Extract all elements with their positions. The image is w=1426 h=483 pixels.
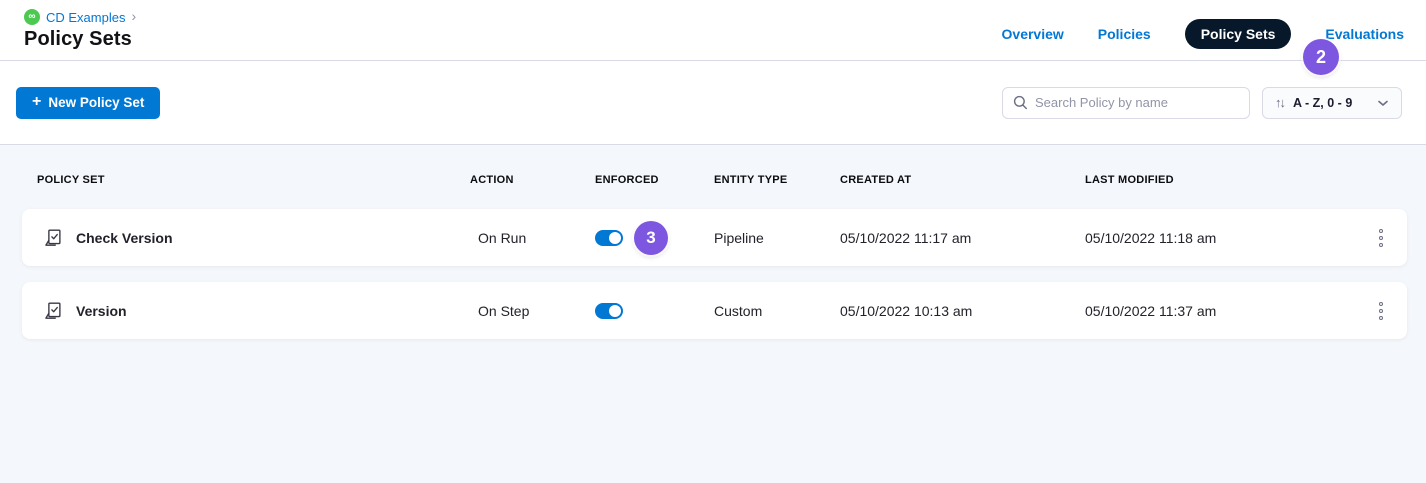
toolbar: + New Policy Set ↑↓ A - Z, 0 - 9 [0,61,1426,145]
sort-dropdown[interactable]: ↑↓ A - Z, 0 - 9 [1262,87,1402,119]
policy-set-icon [42,300,64,322]
row-menu-cell [1355,223,1407,253]
column-header-policy-set: POLICY SET [22,174,470,186]
table-row-check-version[interactable]: Check Version On Run 3 Pipeline 05/10/20… [22,209,1407,266]
search-box [1002,87,1250,119]
tab-policy-sets[interactable]: Policy Sets [1185,19,1292,49]
toggle-knob [609,305,621,317]
sort-selected-option: A - Z, 0 - 9 [1293,96,1352,110]
policy-set-name-cell: Version [22,300,470,322]
tab-policies[interactable]: Policies [1098,26,1151,42]
page-header: ∞ CD Examples › Policy Sets Overview Pol… [0,0,1426,61]
plus-icon: + [32,94,41,110]
entity-type-cell: Custom [714,303,840,319]
chevron-right-icon: › [131,9,136,23]
action-cell: On Run [470,230,595,246]
column-header-created-at: CREATED AT [840,174,1085,186]
page-title: Policy Sets [24,28,136,51]
top-nav: Overview Policies Policy Sets Evaluation… [1002,19,1404,49]
column-header-enforced: ENFORCED [595,174,714,186]
table-header-row: POLICY SET ACTION ENFORCED ENTITY TYPE C… [22,145,1407,209]
new-policy-set-label: New Policy Set [48,95,144,110]
row-kebab-menu-button[interactable] [1371,296,1391,326]
enforced-cell: 3 [595,221,714,255]
last-modified-cell: 05/10/2022 11:37 am [1085,303,1355,319]
tour-step-badge-2: 2 [1303,39,1339,75]
column-header-last-modified: LAST MODIFIED [1085,174,1355,186]
table-area: POLICY SET ACTION ENFORCED ENTITY TYPE C… [0,145,1426,483]
last-modified-cell: 05/10/2022 11:18 am [1085,230,1355,246]
created-at-cell: 05/10/2022 10:13 am [840,303,1085,319]
action-cell: On Step [470,303,595,319]
column-header-entity-type: ENTITY TYPE [714,174,840,186]
table-row-version[interactable]: Version On Step Custom 05/10/2022 10:13 … [22,282,1407,339]
policy-set-icon [42,227,64,249]
breadcrumb-link-cd-examples[interactable]: CD Examples [46,10,125,25]
tour-step-badge-3: 3 [634,221,668,255]
row-menu-cell [1355,296,1407,326]
toggle-knob [609,232,621,244]
row-kebab-menu-button[interactable] [1371,223,1391,253]
enforced-toggle[interactable] [595,303,623,319]
policy-set-name: Version [76,303,127,319]
search-input[interactable] [1035,95,1239,110]
column-header-action: ACTION [470,174,595,186]
tab-evaluations[interactable]: Evaluations [1325,26,1404,42]
created-at-cell: 05/10/2022 11:17 am [840,230,1085,246]
header-left: ∞ CD Examples › Policy Sets [24,9,136,51]
policy-sets-page: ∞ CD Examples › Policy Sets Overview Pol… [0,0,1426,483]
policy-set-name: Check Version [76,230,173,246]
new-policy-set-button[interactable]: + New Policy Set [16,87,160,119]
cd-module-icon: ∞ [24,9,40,25]
sort-arrows-icon: ↑↓ [1275,96,1284,109]
breadcrumb: ∞ CD Examples › [24,9,136,25]
policy-set-name-cell: Check Version [22,227,470,249]
search-icon [1013,95,1028,110]
entity-type-cell: Pipeline [714,230,840,246]
enforced-toggle[interactable] [595,230,623,246]
toolbar-right: ↑↓ A - Z, 0 - 9 [1002,87,1402,119]
chevron-down-icon [1377,99,1389,107]
tab-overview[interactable]: Overview [1002,26,1064,42]
enforced-cell [595,303,714,319]
